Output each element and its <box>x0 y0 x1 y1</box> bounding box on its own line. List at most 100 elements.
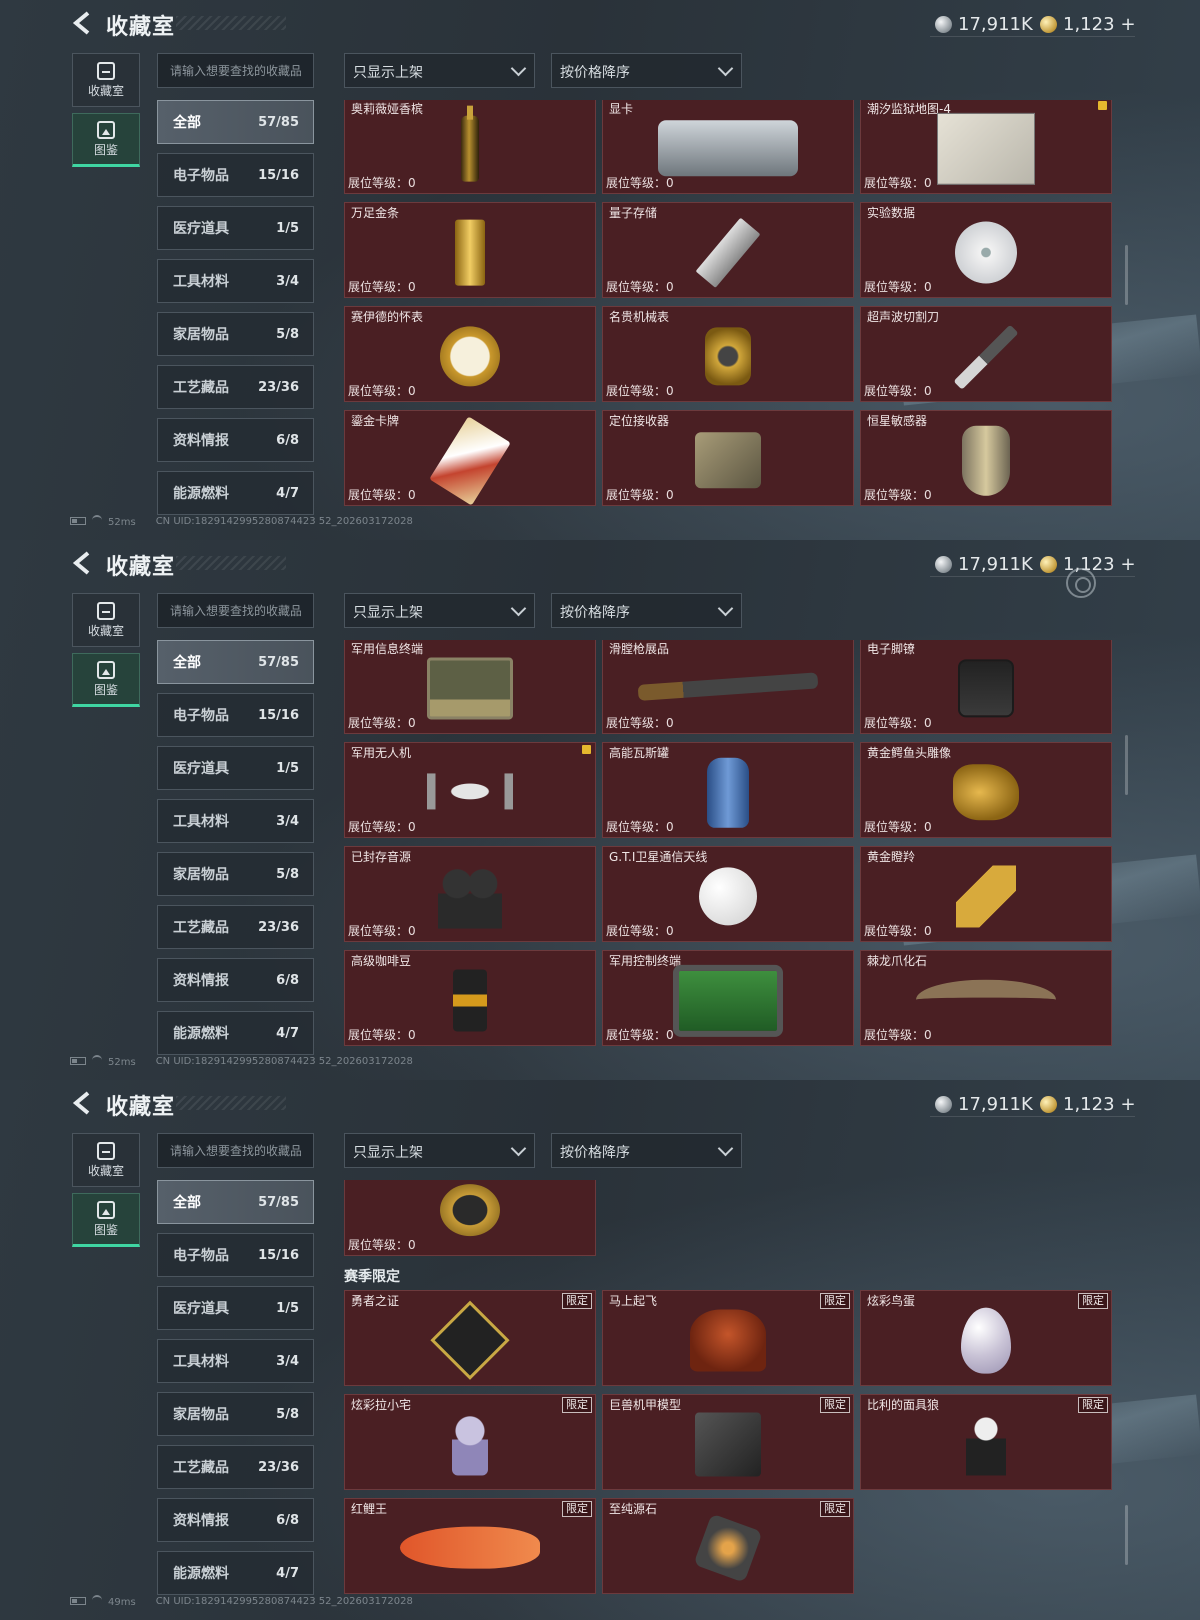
category-tab[interactable]: 全部 57/85 <box>157 100 314 144</box>
nav-catalog[interactable]: 图鉴 <box>72 1193 140 1247</box>
category-tab[interactable]: 电子物品 15/16 <box>157 153 314 197</box>
collection-card[interactable]: 超声波切割刀 展位等级：0 <box>860 306 1112 402</box>
category-tab[interactable]: 医疗道具 1/5 <box>157 746 314 790</box>
booth-level-label: 展位等级：0 <box>606 820 674 834</box>
nav-catalog[interactable]: 图鉴 <box>72 653 140 707</box>
collection-card[interactable]: 赛伊德的怀表 展位等级：0 <box>344 306 596 402</box>
collection-card[interactable]: 棘龙爪化石 展位等级：0 <box>860 950 1112 1046</box>
category-count: 23/36 <box>258 1459 299 1475</box>
category-tab[interactable]: 能源燃料 4/7 <box>157 1011 314 1055</box>
collection-card[interactable]: 恒星敏感器 展位等级：0 <box>860 410 1112 506</box>
mech-image <box>695 1412 761 1477</box>
nav-collection-room[interactable]: 收藏室 <box>72 53 140 107</box>
collection-card[interactable]: 军用控制终端 展位等级：0 <box>602 950 854 1046</box>
booth-level-label: 展位等级：0 <box>864 176 932 190</box>
sort-dropdown[interactable]: 按价格降序 <box>551 593 742 628</box>
collection-card[interactable]: 滑膛枪展品 展位等级：0 <box>602 640 854 734</box>
sort-label: 按价格降序 <box>560 605 630 621</box>
category-tab[interactable]: 电子物品 15/16 <box>157 693 314 737</box>
category-tab[interactable]: 全部 57/85 <box>157 640 314 684</box>
disc-image <box>955 221 1017 284</box>
item-name: 马上起飞 <box>609 1294 658 1308</box>
collection-card[interactable]: 实验数据 展位等级：0 <box>860 202 1112 298</box>
collection-card[interactable]: 鎏金卡牌 展位等级：0 <box>344 410 596 506</box>
collection-card[interactable]: 奥莉薇娅香槟 展位等级：0 <box>344 100 596 194</box>
category-label: 工具材料 <box>173 814 229 830</box>
filter-dropdown[interactable]: 只显示上架 <box>344 53 535 88</box>
category-tab[interactable]: 家居物品 5/8 <box>157 1392 314 1436</box>
filter-dropdown[interactable]: 只显示上架 <box>344 593 535 628</box>
watch-image <box>440 326 500 387</box>
collection-card[interactable]: 军用无人机 展位等级：0 <box>344 742 596 838</box>
category-tab[interactable]: 家居物品 5/8 <box>157 852 314 896</box>
nav-collection-room[interactable]: 收藏室 <box>72 1133 140 1187</box>
category-tab[interactable]: 工具材料 3/4 <box>157 1339 314 1383</box>
sort-label: 按价格降序 <box>560 1145 630 1161</box>
collection-card[interactable]: 量子存储 展位等级：0 <box>602 202 854 298</box>
category-tab[interactable]: 医疗道具 1/5 <box>157 1286 314 1330</box>
collection-card[interactable]: 显卡 展位等级：0 <box>602 100 854 194</box>
add-currency-icon[interactable]: + <box>1121 14 1136 35</box>
nav-catalog[interactable]: 图鉴 <box>72 113 140 167</box>
category-tab[interactable]: 资料情报 6/8 <box>157 958 314 1002</box>
collection-card[interactable]: 定位接收器 展位等级：0 <box>602 410 854 506</box>
collection-card[interactable]: 电子脚镣 展位等级：0 <box>860 640 1112 734</box>
search-input[interactable] <box>157 1133 314 1168</box>
category-tab[interactable]: 家居物品 5/8 <box>157 312 314 356</box>
category-tab[interactable]: 资料情报 6/8 <box>157 1498 314 1542</box>
category-tab[interactable]: 工艺藏品 23/36 <box>157 1445 314 1489</box>
back-arrow-icon[interactable] <box>70 1090 96 1116</box>
booth-level-label: 展位等级：0 <box>348 384 416 398</box>
collection-card[interactable]: 已封存音源 展位等级：0 <box>344 846 596 942</box>
category-tab[interactable]: 工艺藏品 23/36 <box>157 905 314 949</box>
uid-text: CN UID:1829142995280874423 52_2026031720… <box>155 1056 413 1067</box>
back-arrow-icon[interactable] <box>70 550 96 576</box>
collection-card[interactable]: 炫彩拉小宅 限定 <box>344 1394 596 1490</box>
sort-dropdown[interactable]: 按价格降序 <box>551 53 742 88</box>
add-currency-icon[interactable]: + <box>1121 554 1136 575</box>
category-tab[interactable]: 全部 57/85 <box>157 1180 314 1224</box>
category-tab[interactable]: 电子物品 15/16 <box>157 1233 314 1277</box>
collection-card[interactable]: 展位等级：0 <box>344 1180 596 1256</box>
back-arrow-icon[interactable] <box>70 10 96 36</box>
scrollbar[interactable] <box>1125 1505 1128 1565</box>
collection-card[interactable]: 勇者之证 限定 <box>344 1290 596 1386</box>
collection-card[interactable]: 高能瓦斯罐 展位等级：0 <box>602 742 854 838</box>
category-tab[interactable]: 能源燃料 4/7 <box>157 471 314 515</box>
collection-card[interactable]: 巨兽机甲模型 限定 <box>602 1394 854 1490</box>
category-tab[interactable]: 医疗道具 1/5 <box>157 206 314 250</box>
collection-card[interactable]: 炫彩鸟蛋 限定 <box>860 1290 1112 1386</box>
search-input[interactable] <box>157 53 314 88</box>
collection-card[interactable]: 高级咖啡豆 展位等级：0 <box>344 950 596 1046</box>
collection-card[interactable]: 名贵机械表 展位等级：0 <box>602 306 854 402</box>
scrollbar[interactable] <box>1125 245 1128 305</box>
category-tab[interactable]: 工艺藏品 23/36 <box>157 365 314 409</box>
collection-card[interactable]: 万足金条 展位等级：0 <box>344 202 596 298</box>
collection-card[interactable]: 黄金鳄鱼头雕像 展位等级：0 <box>860 742 1112 838</box>
drone-image <box>427 773 513 810</box>
collection-card[interactable]: G.T.I卫星通信天线 展位等级：0 <box>602 846 854 942</box>
scrollbar[interactable] <box>1125 735 1128 795</box>
category-tab[interactable]: 能源燃料 4/7 <box>157 1551 314 1595</box>
collection-card[interactable]: 马上起飞 限定 <box>602 1290 854 1386</box>
collection-card[interactable]: 军用信息终端 展位等级：0 <box>344 640 596 734</box>
collection-card[interactable]: 红鲤王 限定 <box>344 1498 596 1594</box>
sort-dropdown[interactable]: 按价格降序 <box>551 1133 742 1168</box>
collection-card[interactable]: 潮汐监狱地图-4 展位等级：0 <box>860 100 1112 194</box>
filter-label: 只显示上架 <box>353 65 423 81</box>
gold-currency[interactable]: 1,123 + <box>1040 1092 1136 1116</box>
collection-card[interactable]: 黄金瞪羚 展位等级：0 <box>860 846 1112 942</box>
sort-label: 按价格降序 <box>560 65 630 81</box>
add-currency-icon[interactable]: + <box>1121 1094 1136 1115</box>
search-input[interactable] <box>157 593 314 628</box>
nav-collection-room[interactable]: 收藏室 <box>72 593 140 647</box>
gold-currency[interactable]: 1,123 + <box>1040 12 1136 36</box>
collection-card[interactable]: 至纯源石 限定 <box>602 1498 854 1594</box>
category-tab[interactable]: 工具材料 3/4 <box>157 799 314 843</box>
booth-level-label: 展位等级：0 <box>348 176 416 190</box>
category-tab[interactable]: 工具材料 3/4 <box>157 259 314 303</box>
title-decoration <box>176 556 286 570</box>
collection-card[interactable]: 比利的面具狼 限定 <box>860 1394 1112 1490</box>
category-tab[interactable]: 资料情报 6/8 <box>157 418 314 462</box>
filter-dropdown[interactable]: 只显示上架 <box>344 1133 535 1168</box>
